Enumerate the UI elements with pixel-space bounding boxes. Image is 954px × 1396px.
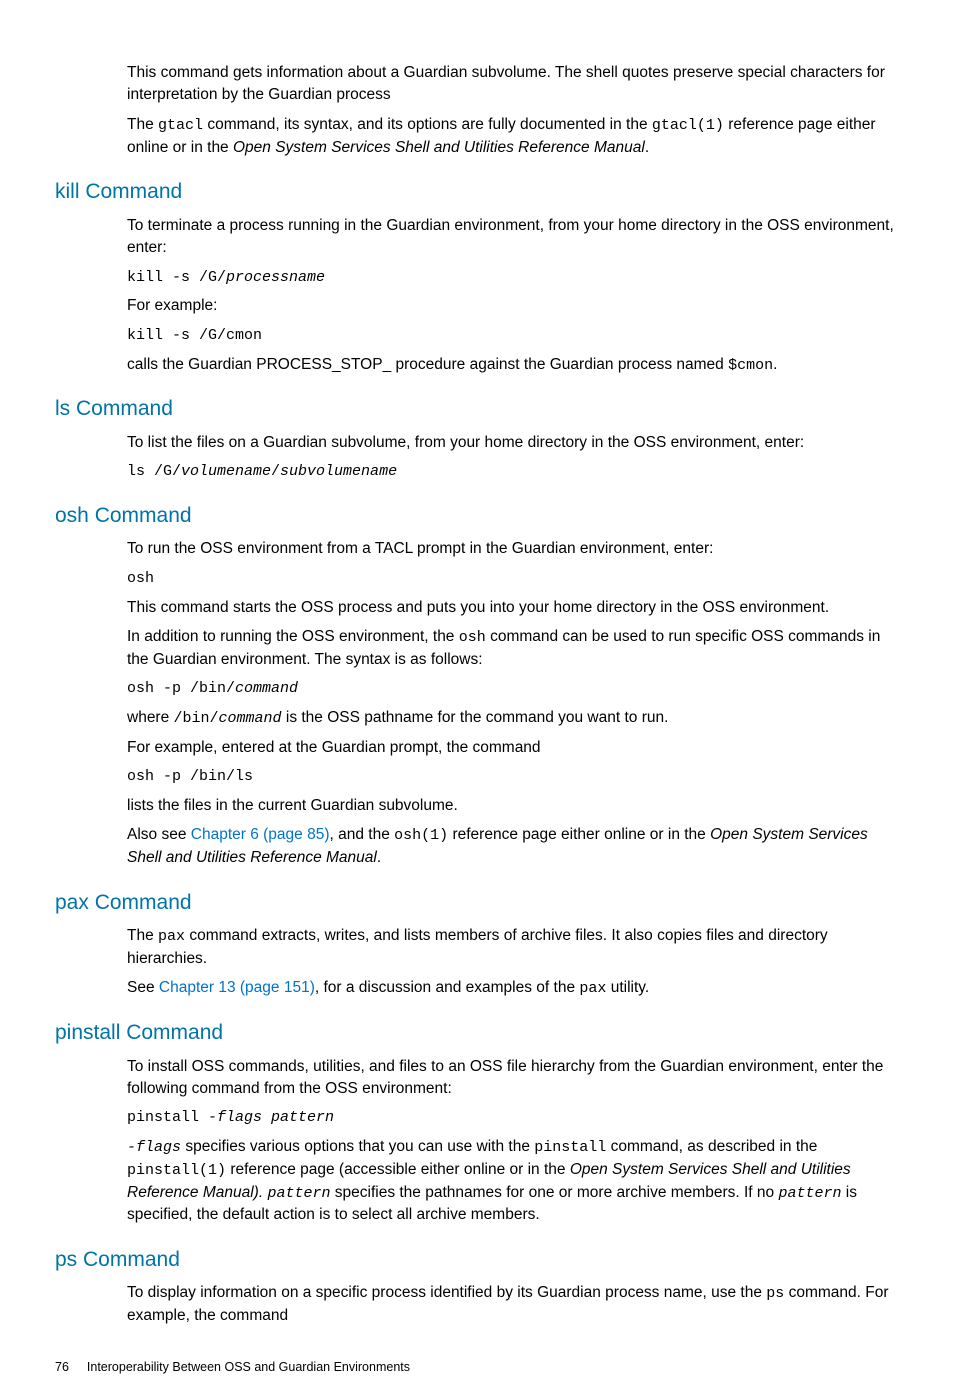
- ls-block: To list the files on a Guardian subvolum…: [127, 432, 899, 483]
- t: , for a discussion and examples of the: [315, 979, 580, 996]
- t: reference page (accessible either online…: [226, 1161, 570, 1178]
- ps-p1: To display information on a specific pro…: [127, 1282, 899, 1327]
- t: where: [127, 709, 174, 726]
- code-pax: pax: [158, 928, 185, 945]
- t: The: [127, 116, 158, 133]
- c: osh -p /bin/: [127, 680, 235, 697]
- code-osh: osh: [459, 629, 486, 646]
- kill-p3: calls the Guardian PROCESS_STOP_ procedu…: [127, 354, 899, 377]
- kill-code2: kill -s /G/cmon: [127, 325, 899, 347]
- code-osh1: osh(1): [394, 827, 448, 844]
- code-pinstall1: pinstall(1): [127, 1162, 226, 1179]
- kill-block: To terminate a process running in the Gu…: [127, 215, 899, 377]
- param-processname: processname: [226, 269, 325, 286]
- pinstall-p2: -flags specifies various options that yo…: [127, 1136, 899, 1227]
- kill-code1: kill -s /G/processname: [127, 267, 899, 289]
- param-subvolumename: subvolumename: [280, 463, 397, 480]
- kill-p1: To terminate a process running in the Gu…: [127, 215, 899, 260]
- t: command, as described in the: [606, 1138, 817, 1155]
- t: specifies the pathnames for one or more …: [330, 1184, 778, 1201]
- t: .: [377, 849, 381, 866]
- page-footer: 76 Interoperability Between OSS and Guard…: [55, 1358, 899, 1376]
- t: In addition to running the OSS environme…: [127, 628, 459, 645]
- heading-ls: ls Command: [55, 394, 899, 424]
- c: /: [271, 463, 280, 480]
- code-ps: ps: [766, 1285, 784, 1302]
- t: To display information on a specific pro…: [127, 1284, 766, 1301]
- heading-pinstall: pinstall Command: [55, 1018, 899, 1048]
- intro-p2: The gtacl command, its syntax, and its o…: [127, 114, 899, 159]
- ps-block: To display information on a specific pro…: [127, 1282, 899, 1327]
- t: .: [773, 356, 777, 373]
- osh-code2: osh -p /bin/command: [127, 678, 899, 700]
- heading-osh: osh Command: [55, 501, 899, 531]
- c: ls /G/: [127, 463, 181, 480]
- t: specifies various options that you can u…: [181, 1138, 534, 1155]
- t: See: [127, 979, 159, 996]
- t: reference page either online or in the: [448, 826, 710, 843]
- osh-p5: For example, entered at the Guardian pro…: [127, 737, 899, 759]
- t: .: [645, 139, 649, 156]
- osh-p1: To run the OSS environment from a TACL p…: [127, 538, 899, 560]
- osh-p3: In addition to running the OSS environme…: [127, 626, 899, 671]
- ls-p1: To list the files on a Guardian subvolum…: [127, 432, 899, 454]
- pinstall-block: To install OSS commands, utilities, and …: [127, 1056, 899, 1227]
- t: The: [127, 927, 158, 944]
- pinstall-code1: pinstall -flags pattern: [127, 1107, 899, 1129]
- osh-p7: Also see Chapter 6 (page 85), and the os…: [127, 824, 899, 869]
- t: is the OSS pathname for the command you …: [282, 709, 669, 726]
- t: command, its syntax, and its options are…: [203, 116, 652, 133]
- c: pinstall -: [127, 1109, 217, 1126]
- code-cmon: $cmon: [728, 357, 773, 374]
- pinstall-p1: To install OSS commands, utilities, and …: [127, 1056, 899, 1101]
- pax-p1: The pax command extracts, writes, and li…: [127, 925, 899, 970]
- link-chapter6[interactable]: Chapter 6 (page 85): [191, 826, 330, 843]
- param-command: command: [219, 710, 282, 727]
- param-flags-pattern: flags pattern: [217, 1109, 334, 1126]
- osh-block: To run the OSS environment from a TACL p…: [127, 538, 899, 869]
- code-bin: /bin/: [174, 710, 219, 727]
- pax-block: The pax command extracts, writes, and li…: [127, 925, 899, 1000]
- t: , and the: [330, 826, 395, 843]
- code-pax: pax: [579, 980, 606, 997]
- param-pattern: pattern: [267, 1185, 330, 1202]
- code-gtacl1: gtacl(1): [652, 117, 724, 134]
- osh-p2: This command starts the OSS process and …: [127, 597, 899, 619]
- c: kill -s /G/: [127, 269, 226, 286]
- manual-title: Open System Services Shell and Utilities…: [233, 139, 645, 156]
- heading-pax: pax Command: [55, 888, 899, 918]
- param-flags: -flags: [127, 1139, 181, 1156]
- code-pinstall: pinstall: [534, 1139, 606, 1156]
- code-gtacl: gtacl: [158, 117, 203, 134]
- intro-p1: This command gets information about a Gu…: [127, 62, 899, 107]
- ls-code1: ls /G/volumename/subvolumename: [127, 461, 899, 483]
- t: command extracts, writes, and lists memb…: [127, 927, 828, 967]
- page-number: 76: [55, 1358, 69, 1376]
- pax-p2: See Chapter 13 (page 151), for a discuss…: [127, 977, 899, 1000]
- kill-p2: For example:: [127, 295, 899, 317]
- t: utility.: [606, 979, 649, 996]
- osh-p6: lists the files in the current Guardian …: [127, 795, 899, 817]
- t: Also see: [127, 826, 191, 843]
- osh-p4: where /bin/command is the OSS pathname f…: [127, 707, 899, 730]
- footer-title: Interoperability Between OSS and Guardia…: [87, 1360, 410, 1374]
- heading-kill: kill Command: [55, 177, 899, 207]
- intro-block: This command gets information about a Gu…: [127, 62, 899, 159]
- param-pattern: pattern: [778, 1185, 841, 1202]
- t: calls the Guardian PROCESS_STOP_ procedu…: [127, 356, 728, 373]
- link-chapter13[interactable]: Chapter 13 (page 151): [159, 979, 315, 996]
- param-volumename: volumename: [181, 463, 271, 480]
- osh-code1: osh: [127, 568, 899, 590]
- osh-code3: osh -p /bin/ls: [127, 766, 899, 788]
- param-command: command: [235, 680, 298, 697]
